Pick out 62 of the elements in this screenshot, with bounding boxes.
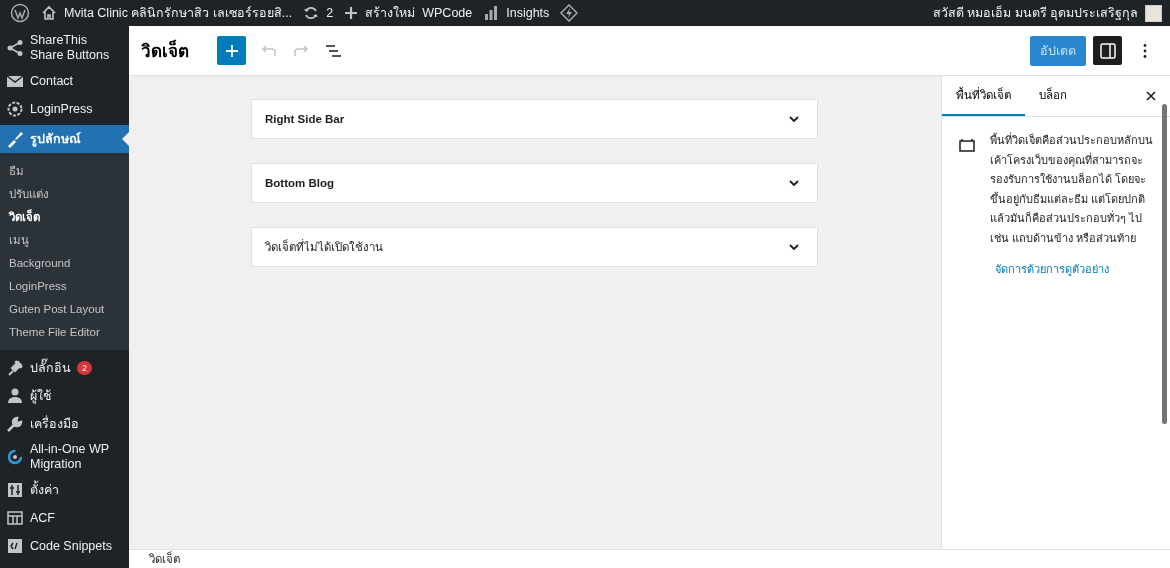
sidebar-item[interactable]: ตั้งค่า	[0, 476, 129, 504]
submenu-item[interactable]: ธีม	[0, 160, 129, 183]
home-icon	[41, 5, 57, 21]
scrollbar-thumb[interactable]	[1162, 104, 1167, 424]
gear-icon	[6, 100, 24, 118]
widget-area-title: วิดเจ็ตที่ไม่ได้เปิดใช้งาน	[265, 238, 383, 255]
sidebar-item[interactable]: ปลั๊กอิน 2	[0, 354, 129, 382]
plus-icon	[344, 6, 359, 20]
user-greeting[interactable]: สวัสดี หมอเอ็ม มนตรี อุดมประเสริฐกุล	[932, 3, 1138, 23]
diamond-icon[interactable]	[560, 4, 579, 22]
sidebar-panel-icon	[1098, 41, 1117, 60]
share-icon	[6, 39, 24, 57]
sidebar-item[interactable]: เครื่องมือ	[0, 410, 129, 438]
widget-area-panel[interactable]: Bottom Blog	[251, 163, 818, 203]
wordpress-logo-icon[interactable]	[10, 3, 30, 23]
settings-toggle-button[interactable]	[1093, 36, 1122, 65]
bar-chart-icon	[483, 5, 500, 21]
widget-area-icon	[958, 137, 976, 153]
sliders-icon	[6, 481, 24, 499]
add-block-button[interactable]	[217, 36, 246, 65]
user-icon	[6, 387, 24, 405]
updates-count[interactable]: 2	[326, 6, 334, 20]
circle-icon	[6, 448, 24, 466]
widget-area-title: Bottom Blog	[265, 177, 334, 189]
sidebar-item[interactable]: Code Snippets	[0, 532, 129, 560]
widget-area-panel[interactable]: Right Side Bar	[251, 99, 818, 139]
submenu-item[interactable]: เมนู	[0, 229, 129, 252]
sidebar-item[interactable]: ACF	[0, 504, 129, 532]
site-title-link[interactable]: Mvita Clinic คลินิกรักษาสิว เลเซอร์รอยสิ...	[64, 3, 293, 23]
submenu-item[interactable]: Guten Post Layout	[0, 298, 129, 321]
widget-area-panel[interactable]: วิดเจ็ตที่ไม่ได้เปิดใช้งาน	[251, 227, 818, 267]
close-icon[interactable]	[1144, 89, 1158, 103]
submenu-item[interactable]: Theme File Editor	[0, 321, 129, 344]
panel-description: พื้นที่วิดเจ็ตคือส่วนประกอบหลักบนเค้าโครงเว็บของคุณที่สามารถจะรองรับการใช้งานบล็อกได้ โดยจะขึ้นอยู่กับธีมแต่ละธีม แต่โดยปกติแล้วมันก็คือส่วนประกอบทั่วๆ ไป เช่น แถบด้านข้าง หรือส่วนท้าย	[990, 131, 1154, 246]
plug-icon	[6, 359, 24, 377]
refresh-icon	[303, 5, 320, 21]
plus-icon	[223, 42, 240, 59]
breadcrumb-link[interactable]: วิดเจ็ต	[149, 550, 180, 568]
brush-icon	[6, 130, 24, 148]
wrench-icon	[6, 415, 24, 433]
sidebar-item[interactable]: Contact	[0, 67, 129, 95]
submenu-item[interactable]: วิดเจ็ต	[0, 206, 129, 229]
count-badge: 2	[77, 361, 92, 375]
grid-icon	[6, 509, 24, 527]
new-content-link[interactable]: สร้างใหม่	[365, 3, 416, 23]
admin-bar-link[interactable]: Insights	[506, 6, 550, 20]
sidebar-item[interactable]: LoginPress	[0, 95, 129, 123]
sidebar-item[interactable]: All-in-One WP Migration	[0, 438, 129, 476]
page-title: วิดเจ็ต	[141, 39, 189, 63]
sidebar-item[interactable]: รูปลักษณ์	[0, 125, 129, 153]
submenu-item[interactable]: Background	[0, 252, 129, 275]
preview-link[interactable]: จัดการด้วยการดูตัวอย่าง	[995, 260, 1154, 278]
sidebar-item[interactable]: ผู้ใช้	[0, 382, 129, 410]
submenu-item[interactable]: LoginPress	[0, 275, 129, 298]
panel-tab[interactable]: บล็อก	[1025, 76, 1081, 116]
admin-bar-link[interactable]: WPCode	[422, 6, 473, 20]
widget-area-title: Right Side Bar	[265, 113, 345, 125]
code-icon	[6, 537, 24, 555]
submenu-item[interactable]: ปรับแต่ง	[0, 183, 129, 206]
sidebar-item[interactable]: ShareThis Share Buttons	[0, 29, 129, 67]
avatar-placeholder[interactable]	[1145, 4, 1162, 22]
panel-tab[interactable]: พื้นที่วิดเจ็ต	[942, 76, 1025, 116]
